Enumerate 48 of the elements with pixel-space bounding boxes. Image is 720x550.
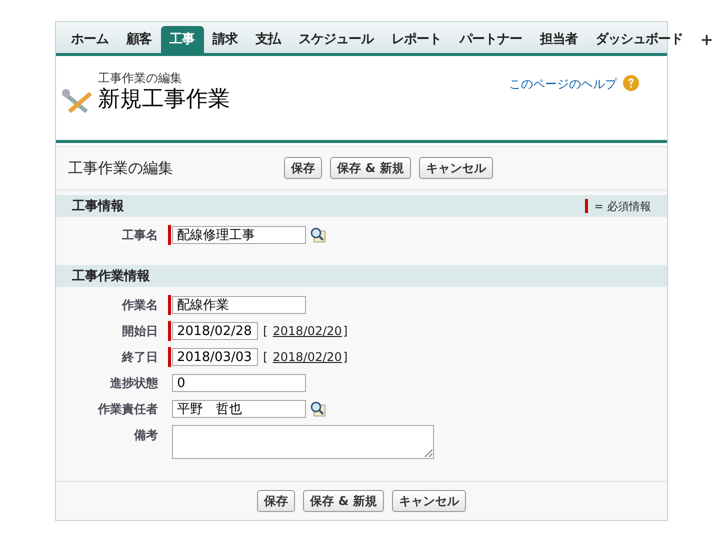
date-field[interactable]: 2018/02/28: [172, 322, 258, 340]
form-button[interactable]: 保存 & 新規: [330, 157, 411, 179]
form-button[interactable]: 保存: [284, 157, 322, 179]
field-label: 備考: [132, 427, 158, 444]
form-button[interactable]: 保存 & 新規: [303, 490, 384, 512]
field-label: 進捗状態: [109, 375, 158, 392]
nav-tab[interactable]: レポート: [382, 26, 450, 53]
input-field[interactable]: 配線作業: [172, 296, 306, 314]
nav-tab[interactable]: スケジュール: [290, 26, 382, 53]
bracket: ]: [342, 324, 348, 338]
field-label: 開始日: [121, 323, 158, 340]
today-link[interactable]: 2018/02/20: [272, 324, 342, 338]
input-field[interactable]: 0: [172, 374, 306, 392]
form-button[interactable]: キャンセル: [392, 490, 466, 512]
add-tab-button[interactable]: +: [692, 26, 720, 53]
nav-tab[interactable]: パートナー: [450, 26, 531, 53]
section-title: 工事情報: [72, 198, 124, 215]
bracket: ]: [342, 350, 348, 364]
nav-tab[interactable]: ダッシュボード: [586, 26, 692, 53]
page-subtitle: 工事作業の編集: [98, 70, 183, 87]
nav-tab[interactable]: 担当者: [531, 26, 586, 53]
field-label: 終了日: [120, 349, 158, 366]
field-label: 作業責任者: [96, 401, 158, 418]
help-link[interactable]: このページのヘルプ: [509, 76, 617, 93]
input-field[interactable]: 平野 哲也: [172, 400, 306, 418]
page-title: 新規工事作業: [98, 87, 230, 113]
section-title: 工事作業情報: [72, 268, 150, 285]
nav-tab[interactable]: 顧客: [118, 26, 160, 53]
bracket: [: [263, 324, 268, 338]
form-button[interactable]: 保存: [257, 490, 296, 512]
nav-tab[interactable]: 請求: [204, 26, 246, 53]
input-field[interactable]: 配線修理工事: [172, 226, 306, 244]
form-button[interactable]: キャンセル: [418, 157, 493, 179]
nav-tab[interactable]: ホーム: [62, 26, 118, 53]
today-link[interactable]: 2018/02/20: [272, 350, 342, 364]
notes-field[interactable]: [172, 425, 434, 459]
search-icon[interactable]: [310, 401, 326, 417]
date-field[interactable]: 2018/03/03: [172, 348, 258, 366]
search-icon[interactable]: [310, 227, 326, 243]
nav-tab[interactable]: 支払: [246, 26, 290, 53]
field-label: 工事名: [121, 227, 158, 244]
edit-title: 工事作業の編集: [68, 158, 174, 178]
nav-tab[interactable]: 工事: [160, 26, 204, 53]
tools-icon: [62, 88, 94, 116]
field-label: 作業名: [120, 297, 158, 314]
required-marker: [585, 199, 588, 213]
bracket: [: [263, 350, 268, 364]
required-legend: = 必須情報: [594, 198, 651, 214]
